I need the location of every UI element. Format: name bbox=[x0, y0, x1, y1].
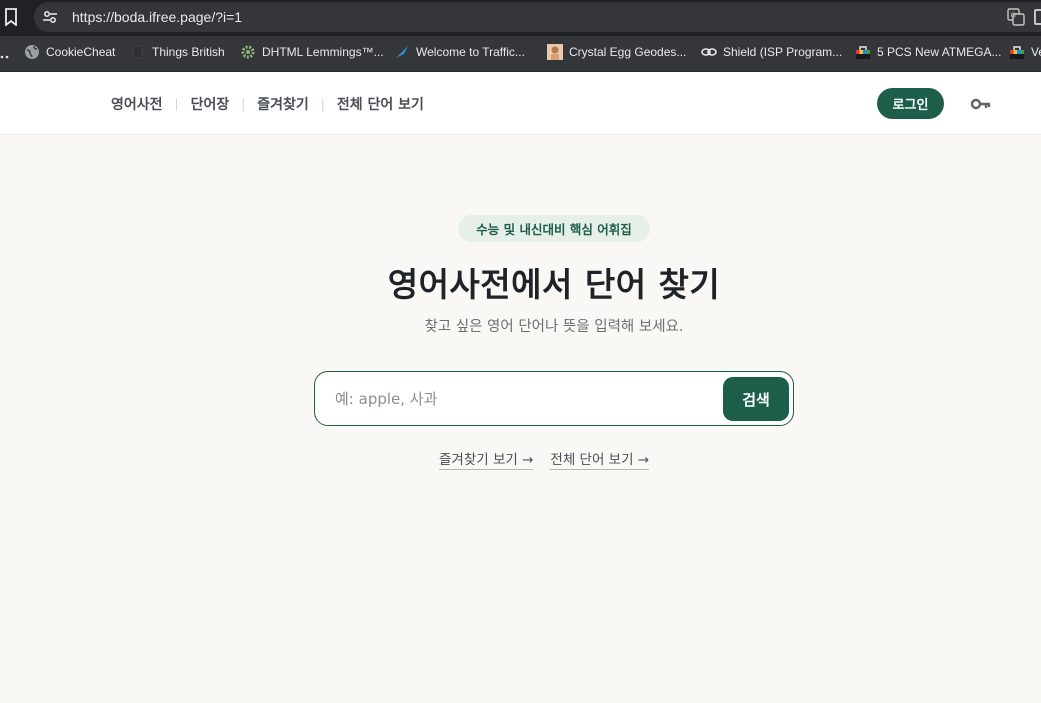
all-words-link[interactable]: 전체 단어 보기 → bbox=[550, 448, 650, 470]
extension-icon[interactable] bbox=[1034, 9, 1041, 25]
nav-item-wordbook[interactable]: 단어장 bbox=[191, 94, 230, 114]
page-icon bbox=[130, 44, 146, 60]
page-subtitle: 찾고 싶은 영어 단어나 뜻을 입력해 보세요. bbox=[424, 319, 684, 335]
exam-badge: 수능 및 내신대비 핵심 어휘집 bbox=[458, 215, 650, 242]
bookmarks-bar: CookieCheat Things British DHTML Lemming… bbox=[0, 36, 1041, 72]
bookmark-label: 5 PCS New ATMEGA... bbox=[877, 45, 1002, 59]
nav-item-favorites[interactable]: 즐겨찾기 bbox=[257, 94, 309, 114]
bookmark-label: Welcome to Traffic... bbox=[416, 45, 525, 59]
photo-icon bbox=[547, 44, 563, 60]
quick-links: 즐겨찾기 보기 → 전체 단어 보기 → bbox=[439, 448, 650, 470]
folder-icon bbox=[0, 44, 16, 60]
bird-icon bbox=[394, 44, 410, 60]
browser-address-bar: https://boda.ifree.page/?i=1 G bbox=[0, 0, 1041, 36]
gear-icon bbox=[240, 44, 256, 60]
bookmark-item-traffic[interactable]: Welcome to Traffic... bbox=[394, 36, 525, 68]
globe-icon bbox=[24, 44, 40, 60]
bookmark-icon[interactable] bbox=[2, 6, 20, 28]
nav-item-dictionary[interactable]: 영어사전 bbox=[111, 94, 163, 114]
search-input[interactable] bbox=[335, 386, 715, 412]
main-nav: 영어사전 | 단어장 | 즐겨찾기 | 전체 단어 보기 bbox=[111, 94, 424, 114]
bookmark-label: CookieCheat bbox=[46, 45, 116, 59]
bookmark-item-overflow[interactable] bbox=[0, 36, 16, 68]
bookmark-item-crystal-egg[interactable]: Crystal Egg Geodes... bbox=[547, 36, 686, 68]
nav-divider: | bbox=[174, 97, 179, 111]
bookmark-item-atmega[interactable]: 5 PCS New ATMEGA... bbox=[855, 36, 1001, 68]
chain-icon bbox=[701, 44, 717, 60]
bookmark-label: Things British bbox=[152, 45, 225, 59]
nav-item-all-words[interactable]: 전체 단어 보기 bbox=[337, 94, 424, 114]
nav-divider: | bbox=[241, 97, 246, 111]
site-info-icon[interactable] bbox=[42, 9, 58, 25]
bookmark-item-dhtml-lemmings[interactable]: DHTML Lemmings™... bbox=[240, 36, 384, 68]
store-icon bbox=[1009, 44, 1025, 60]
bookmark-item-cookiecheat[interactable]: CookieCheat bbox=[24, 36, 115, 68]
bookmark-label: Crystal Egg Geodes... bbox=[569, 45, 687, 59]
url-text[interactable]: https://boda.ifree.page/?i=1 bbox=[72, 9, 242, 25]
svg-text:G: G bbox=[1011, 12, 1016, 20]
key-icon[interactable] bbox=[970, 96, 991, 110]
nav-divider: | bbox=[320, 97, 325, 111]
search-form: 검색 bbox=[314, 371, 794, 426]
bookmark-label: DHTML Lemmings™... bbox=[262, 45, 384, 59]
bookmark-label: Ve bbox=[1031, 45, 1041, 59]
store-icon bbox=[855, 44, 871, 60]
bookmark-item-things-british[interactable]: Things British bbox=[130, 36, 225, 68]
bookmark-item-shield[interactable]: Shield (ISP Program... bbox=[701, 36, 842, 68]
bookmark-label: Shield (ISP Program... bbox=[723, 45, 843, 59]
page-title: 영어사전에서 단어 찾기 bbox=[387, 265, 721, 304]
site-header: 영어사전 | 단어장 | 즐겨찾기 | 전체 단어 보기 로그인 bbox=[0, 72, 1041, 135]
translate-icon[interactable]: G bbox=[1007, 8, 1025, 26]
search-button[interactable]: 검색 bbox=[723, 377, 789, 421]
bookmark-item-ve[interactable]: Ve bbox=[1009, 36, 1041, 68]
favorites-link[interactable]: 즐겨찾기 보기 → bbox=[439, 448, 534, 470]
login-button[interactable]: 로그인 bbox=[877, 88, 944, 119]
